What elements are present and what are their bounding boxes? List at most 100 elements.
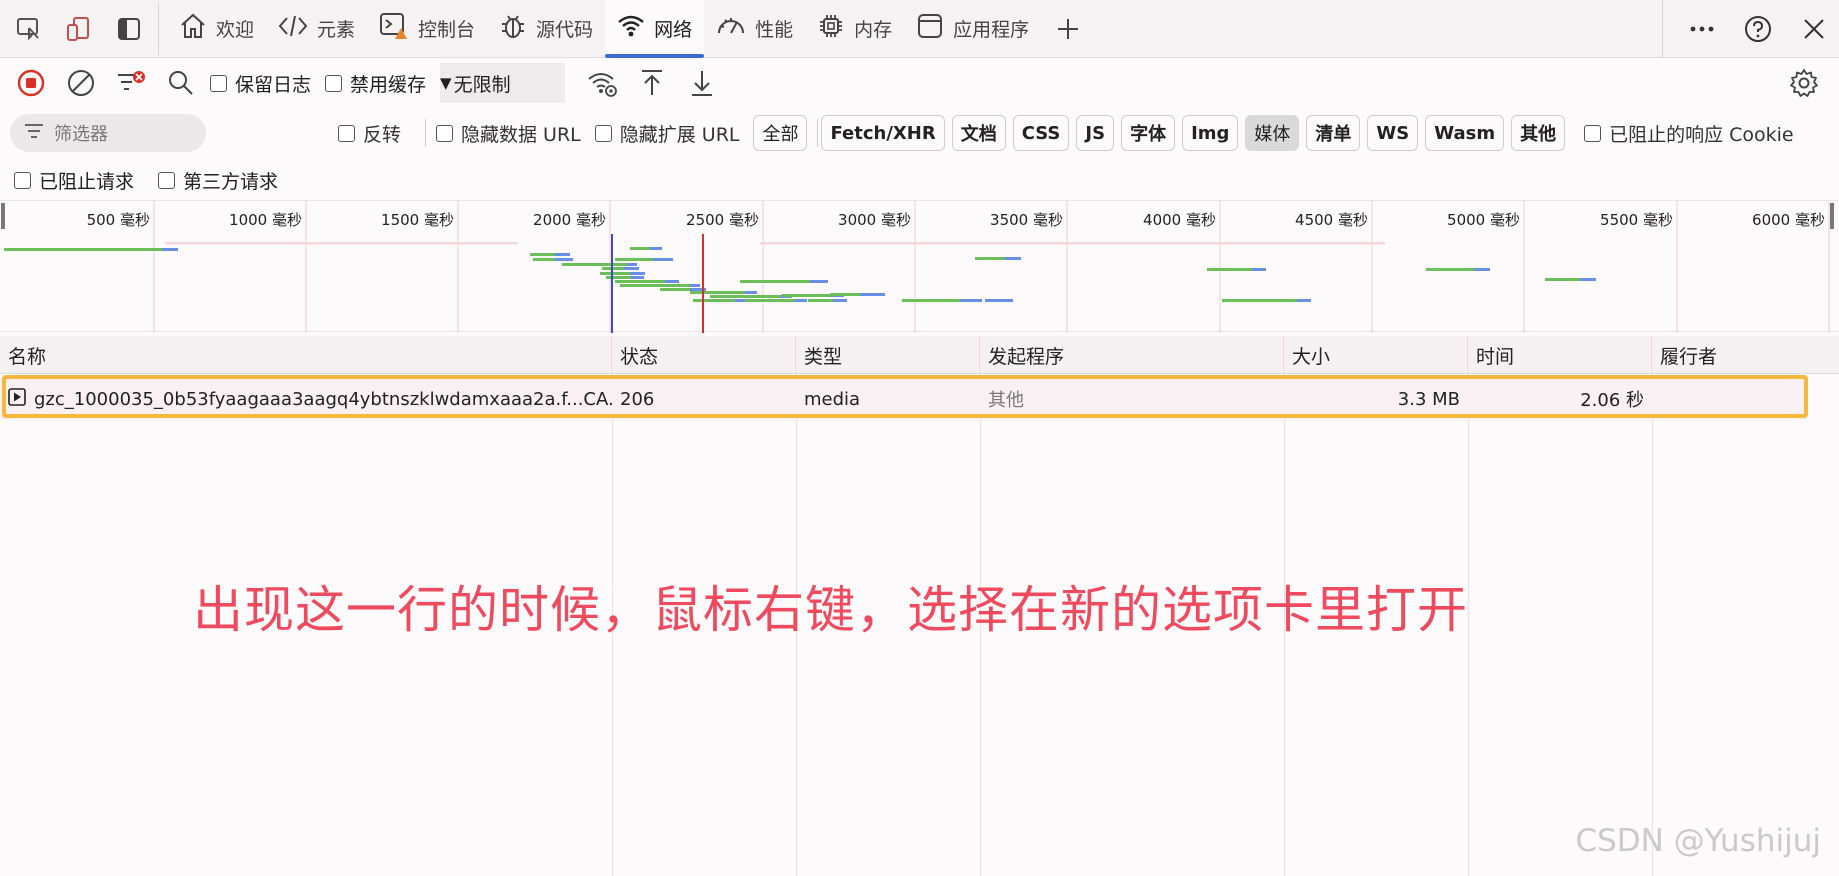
tab-label: 应用程序: [953, 19, 1030, 41]
divider: [817, 119, 819, 147]
invert-checkbox[interactable]: 反转: [338, 120, 401, 147]
column-header-status[interactable]: 状态: [612, 336, 796, 374]
watermark: CSDN @Yushijuj: [1575, 823, 1821, 859]
tick-label: 5500 毫秒: [1600, 211, 1673, 229]
checkbox-box[interactable]: [594, 124, 612, 142]
disable-cache-label: 禁用缓存: [350, 73, 427, 96]
throttle-select[interactable]: ▼ 无限制: [440, 63, 566, 103]
add-tab-icon[interactable]: [1047, 8, 1089, 50]
tab-label: 元素: [317, 19, 356, 41]
stop-recording-icon[interactable]: [10, 62, 52, 104]
timeline-ticks: 500 毫秒 1000 毫秒 1500 毫秒 2000 毫秒 2500 毫秒 3…: [87, 211, 1825, 229]
type-filter-ws[interactable]: WS: [1367, 115, 1419, 151]
app-window-icon: [916, 12, 944, 45]
tab-performance[interactable]: 性能: [704, 0, 805, 58]
close-icon[interactable]: [1793, 8, 1835, 50]
blocked-cookies-label: 已阻止的响应 Cookie: [1609, 123, 1794, 146]
preserve-log-checkbox[interactable]: 保留日志: [210, 70, 311, 97]
type-filter-js[interactable]: JS: [1076, 115, 1115, 151]
column-header-time[interactable]: 时间: [1468, 336, 1652, 374]
tab-label: 网络: [654, 19, 693, 41]
blocked-requests-label: 已阻止请求: [39, 170, 135, 193]
tab-application[interactable]: 应用程序: [904, 0, 1041, 58]
tab-label: 控制台: [418, 19, 476, 41]
network-conditions-icon[interactable]: [581, 62, 623, 104]
bug-icon: [499, 12, 527, 45]
checkbox-box[interactable]: [158, 171, 176, 189]
checkbox-box[interactable]: [325, 74, 343, 92]
clear-icon[interactable]: [60, 62, 102, 104]
blocked-cookies-checkbox[interactable]: 已阻止的响应 Cookie: [1584, 120, 1794, 147]
device-emulation-icon[interactable]: [58, 8, 100, 50]
hide-ext-url-checkbox[interactable]: 隐藏扩展 URL: [594, 120, 739, 147]
tick-label: 4000 毫秒: [1143, 211, 1216, 229]
filter-icon: [24, 122, 44, 145]
type-filter-all[interactable]: 全部: [753, 115, 808, 151]
settings-gear-icon[interactable]: [1783, 62, 1825, 104]
wifi-icon: [617, 14, 645, 43]
code-icon: [278, 13, 308, 44]
checkbox-box[interactable]: [436, 124, 454, 142]
tab-elements[interactable]: 元素: [266, 0, 367, 58]
tab-label: 欢迎: [216, 19, 255, 41]
divider: [425, 119, 427, 147]
type-filter-fetch[interactable]: Fetch/XHR: [821, 115, 945, 151]
type-filter-css[interactable]: CSS: [1012, 115, 1070, 151]
request-bars: [4, 242, 1596, 302]
right-handle: [1830, 203, 1834, 229]
search-icon[interactable]: [160, 62, 202, 104]
filter-placeholder: 筛选器: [54, 124, 108, 145]
inspect-element-icon[interactable]: [8, 8, 50, 50]
blocked-requests-checkbox[interactable]: 已阻止请求: [14, 167, 134, 194]
filter-row: 筛选器 反转 隐藏数据 URL 隐藏扩展 URL 全部 Fetch/XHR 文档…: [0, 110, 1839, 156]
download-icon[interactable]: [681, 62, 723, 104]
column-header-initiator[interactable]: 发起程序: [980, 336, 1284, 374]
tab-memory[interactable]: 内存: [805, 0, 904, 58]
invert-label: 反转: [363, 123, 402, 146]
console-icon: [379, 11, 409, 46]
column-header-type[interactable]: 类型: [796, 336, 980, 374]
help-icon[interactable]: [1737, 8, 1779, 50]
checkbox-box[interactable]: [1584, 124, 1602, 142]
tab-network[interactable]: 网络: [605, 0, 705, 58]
preserve-log-label: 保留日志: [235, 73, 312, 96]
type-filter-manifest[interactable]: 清单: [1306, 115, 1361, 151]
tabbar-divider: [158, 2, 159, 55]
tick-label: 3500 毫秒: [990, 211, 1063, 229]
type-filter-media[interactable]: 媒体: [1245, 115, 1300, 151]
tab-sources[interactable]: 源代码: [487, 0, 605, 58]
type-filter-img[interactable]: Img: [1182, 115, 1239, 151]
tab-welcome[interactable]: 欢迎: [167, 0, 266, 58]
type-filter-font[interactable]: 字体: [1121, 115, 1176, 151]
tab-label: 源代码: [536, 19, 594, 41]
checkbox-box[interactable]: [14, 171, 31, 189]
third-party-checkbox[interactable]: 第三方请求: [158, 167, 278, 194]
tick-label: 2000 毫秒: [533, 211, 606, 229]
hide-data-url-label: 隐藏数据 URL: [461, 123, 581, 146]
more-icon[interactable]: [1681, 8, 1723, 50]
column-header-name[interactable]: 名称: [0, 336, 612, 374]
checkbox-box[interactable]: [338, 124, 355, 142]
tick-label: 3000 毫秒: [838, 211, 911, 229]
timeline-svg: 500 毫秒 1000 毫秒 1500 毫秒 2000 毫秒 2500 毫秒 3…: [1, 201, 1834, 333]
dock-side-icon[interactable]: [108, 8, 150, 50]
home-icon: [179, 12, 207, 45]
column-header-fulfilled-by[interactable]: 履行者: [1652, 336, 1839, 374]
timeline-overview[interactable]: 500 毫秒 1000 毫秒 1500 毫秒 2000 毫秒 2500 毫秒 3…: [0, 200, 1839, 333]
tab-label: 内存: [854, 19, 893, 41]
upload-icon[interactable]: [631, 62, 673, 104]
tab-console[interactable]: 控制台: [367, 0, 487, 58]
disable-cache-checkbox[interactable]: 禁用缓存: [325, 70, 426, 97]
tick-label: 2500 毫秒: [686, 211, 759, 229]
type-filter-other[interactable]: 其他: [1511, 115, 1566, 151]
column-header-size[interactable]: 大小: [1284, 336, 1468, 374]
filter-clear-icon[interactable]: [110, 62, 152, 104]
type-filter-doc[interactable]: 文档: [951, 115, 1006, 151]
checkbox-box[interactable]: [210, 74, 227, 92]
type-filter-wasm[interactable]: Wasm: [1425, 115, 1505, 151]
network-toolbar: 保留日志 禁用缓存 ▼ 无限制: [0, 58, 1839, 108]
filter-input[interactable]: 筛选器: [10, 114, 206, 152]
hide-data-url-checkbox[interactable]: 隐藏数据 URL: [436, 120, 581, 147]
row-highlight-box: [2, 375, 1808, 418]
filter-row-2: 已阻止请求 第三方请求: [0, 160, 292, 200]
